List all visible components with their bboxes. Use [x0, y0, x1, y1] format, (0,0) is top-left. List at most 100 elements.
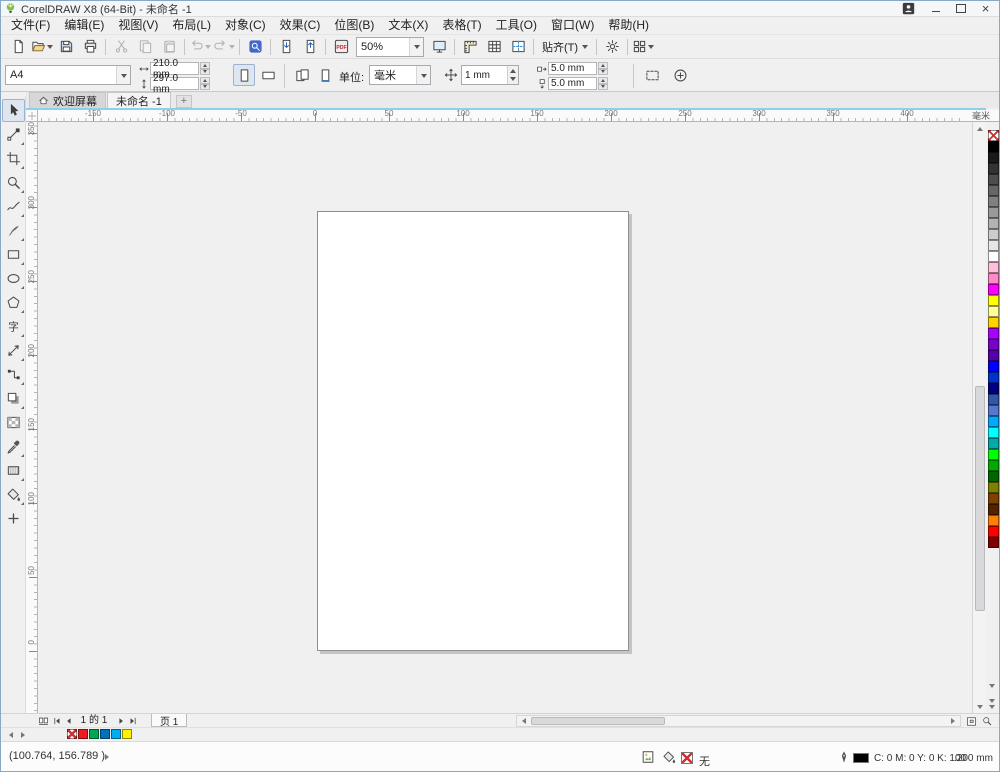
text-tool[interactable]: 字 [2, 315, 25, 338]
color-swatch[interactable] [89, 729, 99, 739]
spin-down[interactable] [200, 69, 210, 76]
color-eyedropper-tool[interactable] [2, 435, 25, 458]
shape-tool[interactable] [2, 123, 25, 146]
color-swatch[interactable] [988, 218, 999, 229]
smart-fill-tool[interactable] [2, 483, 25, 506]
quick-customize-button[interactable] [669, 64, 691, 86]
add-tools-button[interactable] [2, 507, 25, 530]
horizontal-ruler[interactable]: -150-100-50050100150200250300350400 [38, 110, 961, 122]
color-swatch[interactable] [988, 196, 999, 207]
color-swatch[interactable] [988, 515, 999, 526]
duplicate-y-field[interactable]: 5.0 mm [548, 77, 597, 90]
menu-table[interactable]: 表格(T) [435, 17, 488, 34]
drop-shadow-tool[interactable] [2, 387, 25, 410]
color-swatch[interactable] [988, 493, 999, 504]
show-grid-button[interactable] [482, 36, 506, 58]
color-swatch[interactable] [988, 174, 999, 185]
polygon-tool[interactable] [2, 291, 25, 314]
last-page-button[interactable] [127, 715, 139, 727]
color-swatch[interactable] [988, 460, 999, 471]
portrait-button[interactable] [233, 64, 255, 86]
color-swatch[interactable] [988, 350, 999, 361]
color-swatch[interactable] [988, 207, 999, 218]
horizontal-scroll-thumb[interactable] [531, 717, 665, 725]
color-swatch[interactable] [988, 372, 999, 383]
menu-window[interactable]: 窗口(W) [544, 17, 601, 34]
new-tab-button[interactable]: + [176, 95, 192, 108]
color-swatch[interactable] [988, 405, 999, 416]
snap-to-menu[interactable]: 贴齐(T) [537, 37, 593, 57]
ellipse-tool[interactable] [2, 267, 25, 290]
color-swatch[interactable] [988, 427, 999, 438]
save-button[interactable] [54, 36, 78, 58]
rectangle-tool[interactable] [2, 243, 25, 266]
maximize-button[interactable] [948, 1, 973, 16]
chevron-down-icon[interactable] [416, 66, 430, 84]
color-swatch[interactable] [988, 526, 999, 537]
ruler-origin-button[interactable] [26, 110, 38, 122]
treat-as-filled-button[interactable] [641, 64, 663, 86]
menu-object[interactable]: 对象(C) [218, 17, 273, 34]
page-sorter-button[interactable] [37, 715, 49, 727]
color-swatch[interactable] [988, 295, 999, 306]
landscape-button[interactable] [257, 64, 279, 86]
parallel-dimension-tool[interactable] [2, 339, 25, 362]
artistic-media-tool[interactable] [2, 219, 25, 242]
fullscreen-preview-button[interactable] [427, 36, 451, 58]
zoom-tool[interactable] [2, 171, 25, 194]
previous-page-button[interactable] [63, 715, 75, 727]
color-swatch[interactable] [988, 361, 999, 372]
outline-pen-icon[interactable] [837, 750, 851, 764]
title-bar[interactable]: CorelDRAW X8 (64-Bit) - 未命名 -1 [1, 1, 999, 17]
scroll-right-button[interactable] [947, 716, 959, 726]
scroll-left-button[interactable] [518, 716, 530, 726]
crop-tool[interactable] [2, 147, 25, 170]
spin-down[interactable] [200, 84, 210, 91]
spin-down[interactable] [598, 69, 608, 76]
doc-palette-scroll-left-button[interactable] [5, 729, 17, 741]
color-swatch[interactable] [988, 471, 999, 482]
color-swatch[interactable] [988, 185, 999, 196]
color-swatch[interactable] [988, 251, 999, 262]
color-swatch[interactable] [111, 729, 121, 739]
transparency-tool[interactable] [2, 411, 25, 434]
color-swatch[interactable] [988, 383, 999, 394]
color-swatch[interactable] [988, 306, 999, 317]
menu-help[interactable]: 帮助(H) [601, 17, 656, 34]
nudge-offset-field[interactable]: 1 mm [461, 65, 519, 85]
tab-untitled-document[interactable]: 未命名 -1 [107, 92, 171, 108]
color-swatch[interactable] [988, 537, 999, 548]
copy-button[interactable] [133, 36, 157, 58]
menu-effects[interactable]: 效果(C) [273, 17, 328, 34]
print-button[interactable] [78, 36, 102, 58]
menu-view[interactable]: 视图(V) [111, 17, 165, 34]
page-tab[interactable]: 页 1 [151, 714, 187, 727]
color-swatch[interactable] [988, 284, 999, 295]
menu-edit[interactable]: 编辑(E) [57, 17, 111, 34]
color-swatch[interactable] [988, 163, 999, 174]
options-button[interactable] [600, 36, 624, 58]
status-flyout-button[interactable] [101, 751, 113, 763]
duplicate-x-field[interactable]: 5.0 mm [548, 62, 597, 75]
close-button[interactable] [973, 1, 998, 16]
freehand-tool[interactable] [2, 195, 25, 218]
current-page-button[interactable] [314, 64, 336, 86]
doc-palette-scroll-right-button[interactable] [17, 729, 29, 741]
units-combo[interactable]: 毫米 [369, 65, 431, 85]
search-content-button[interactable] [243, 36, 267, 58]
drawing-canvas[interactable] [38, 122, 972, 713]
chevron-down-icon[interactable] [116, 66, 130, 84]
interactive-fill-tool[interactable] [2, 459, 25, 482]
color-swatch[interactable] [100, 729, 110, 739]
no-color-swatch[interactable] [988, 130, 999, 141]
page-size-combo[interactable]: A4 [5, 65, 131, 85]
redo-button[interactable] [212, 36, 236, 58]
menu-layout[interactable]: 布局(L) [165, 17, 218, 34]
vertical-scrollbar[interactable] [972, 122, 986, 713]
paste-button[interactable] [157, 36, 181, 58]
document-page[interactable] [317, 211, 629, 651]
color-swatch[interactable] [988, 438, 999, 449]
color-swatch[interactable] [988, 504, 999, 515]
page-height-field[interactable]: 297.0 mm [150, 77, 199, 90]
all-pages-button[interactable] [291, 64, 313, 86]
